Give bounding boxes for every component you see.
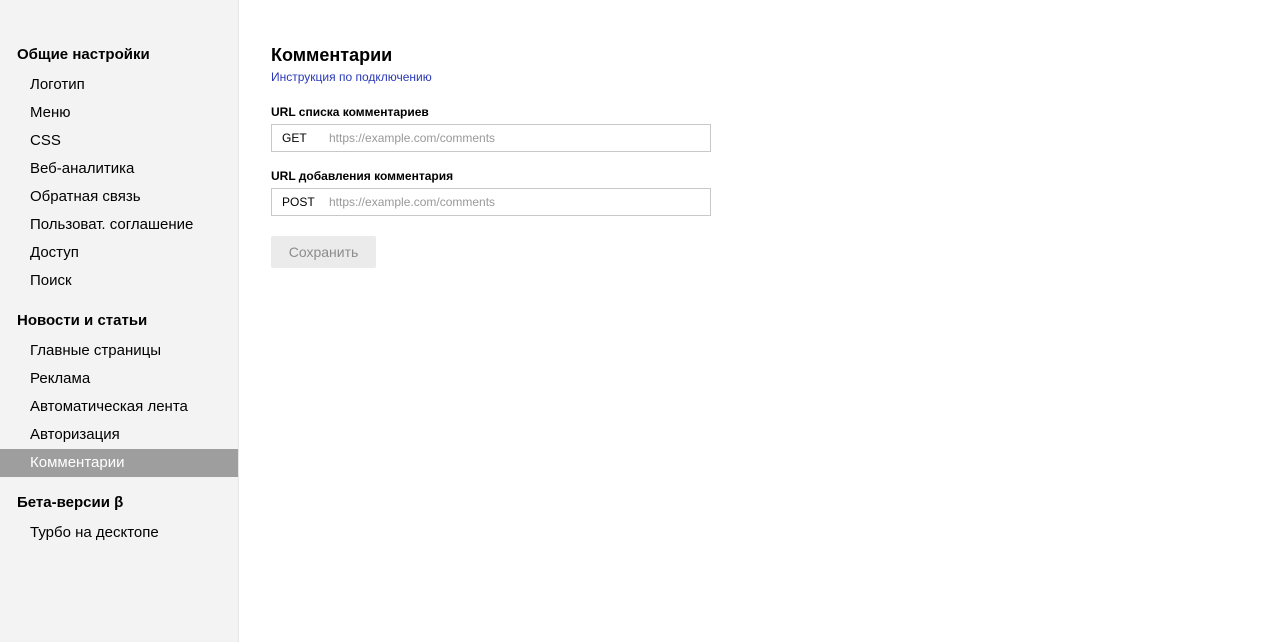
settings-sidebar: Общие настройки Логотип Меню CSS Веб-ана… [0, 0, 239, 642]
add-comment-url-input[interactable] [329, 189, 710, 215]
sidebar-group-beta: Турбо на десктопе [0, 519, 238, 547]
app-layout: Общие настройки Логотип Меню CSS Веб-ана… [0, 0, 1263, 642]
sidebar-item-auto-feed[interactable]: Автоматическая лента [0, 393, 238, 421]
add-comment-url-box: POST [271, 188, 711, 216]
sidebar-group-title-beta: Бета-версии β [17, 494, 124, 511]
sidebar-group-news: Главные страницы Реклама Автоматическая … [0, 337, 238, 477]
sidebar-item-ads[interactable]: Реклама [0, 365, 238, 393]
sidebar-item-search[interactable]: Поиск [0, 267, 238, 295]
sidebar-item-access[interactable]: Доступ [0, 239, 238, 267]
sidebar-group-title-news: Новости и статьи [17, 312, 148, 329]
http-method-label: POST [282, 195, 315, 209]
page-title: Комментарии [271, 45, 393, 65]
sidebar-item-css[interactable]: CSS [0, 127, 238, 155]
save-button[interactable]: Сохранить [271, 236, 376, 268]
sidebar-group-title-general: Общие настройки [17, 46, 150, 63]
comments-list-url-field: URL списка комментариев GET [271, 104, 1263, 152]
sidebar-item-logo[interactable]: Логотип [0, 71, 238, 99]
comments-list-url-box: GET [271, 124, 711, 152]
help-link[interactable]: Инструкция по подключению [271, 69, 432, 85]
comments-list-url-label: URL списка комментариев [271, 105, 429, 119]
sidebar-item-turbo-desktop[interactable]: Турбо на десктопе [0, 519, 238, 547]
sidebar-item-user-agreement[interactable]: Пользоват. соглашение [0, 211, 238, 239]
add-comment-url-label: URL добавления комментария [271, 169, 454, 183]
http-method-label: GET [282, 131, 307, 145]
main-content: Комментарии Инструкция по подключению UR… [239, 0, 1263, 642]
comments-list-url-input[interactable] [329, 125, 710, 151]
sidebar-item-web-analytics[interactable]: Веб-аналитика [0, 155, 238, 183]
sidebar-item-comments[interactable]: Комментарии [0, 449, 238, 477]
sidebar-item-authorization[interactable]: Авторизация [0, 421, 238, 449]
sidebar-item-main-pages[interactable]: Главные страницы [0, 337, 238, 365]
sidebar-item-feedback[interactable]: Обратная связь [0, 183, 238, 211]
add-comment-url-field: URL добавления комментария POST [271, 168, 1263, 216]
sidebar-group-general: Логотип Меню CSS Веб-аналитика Обратная … [0, 71, 238, 295]
sidebar-item-menu[interactable]: Меню [0, 99, 238, 127]
